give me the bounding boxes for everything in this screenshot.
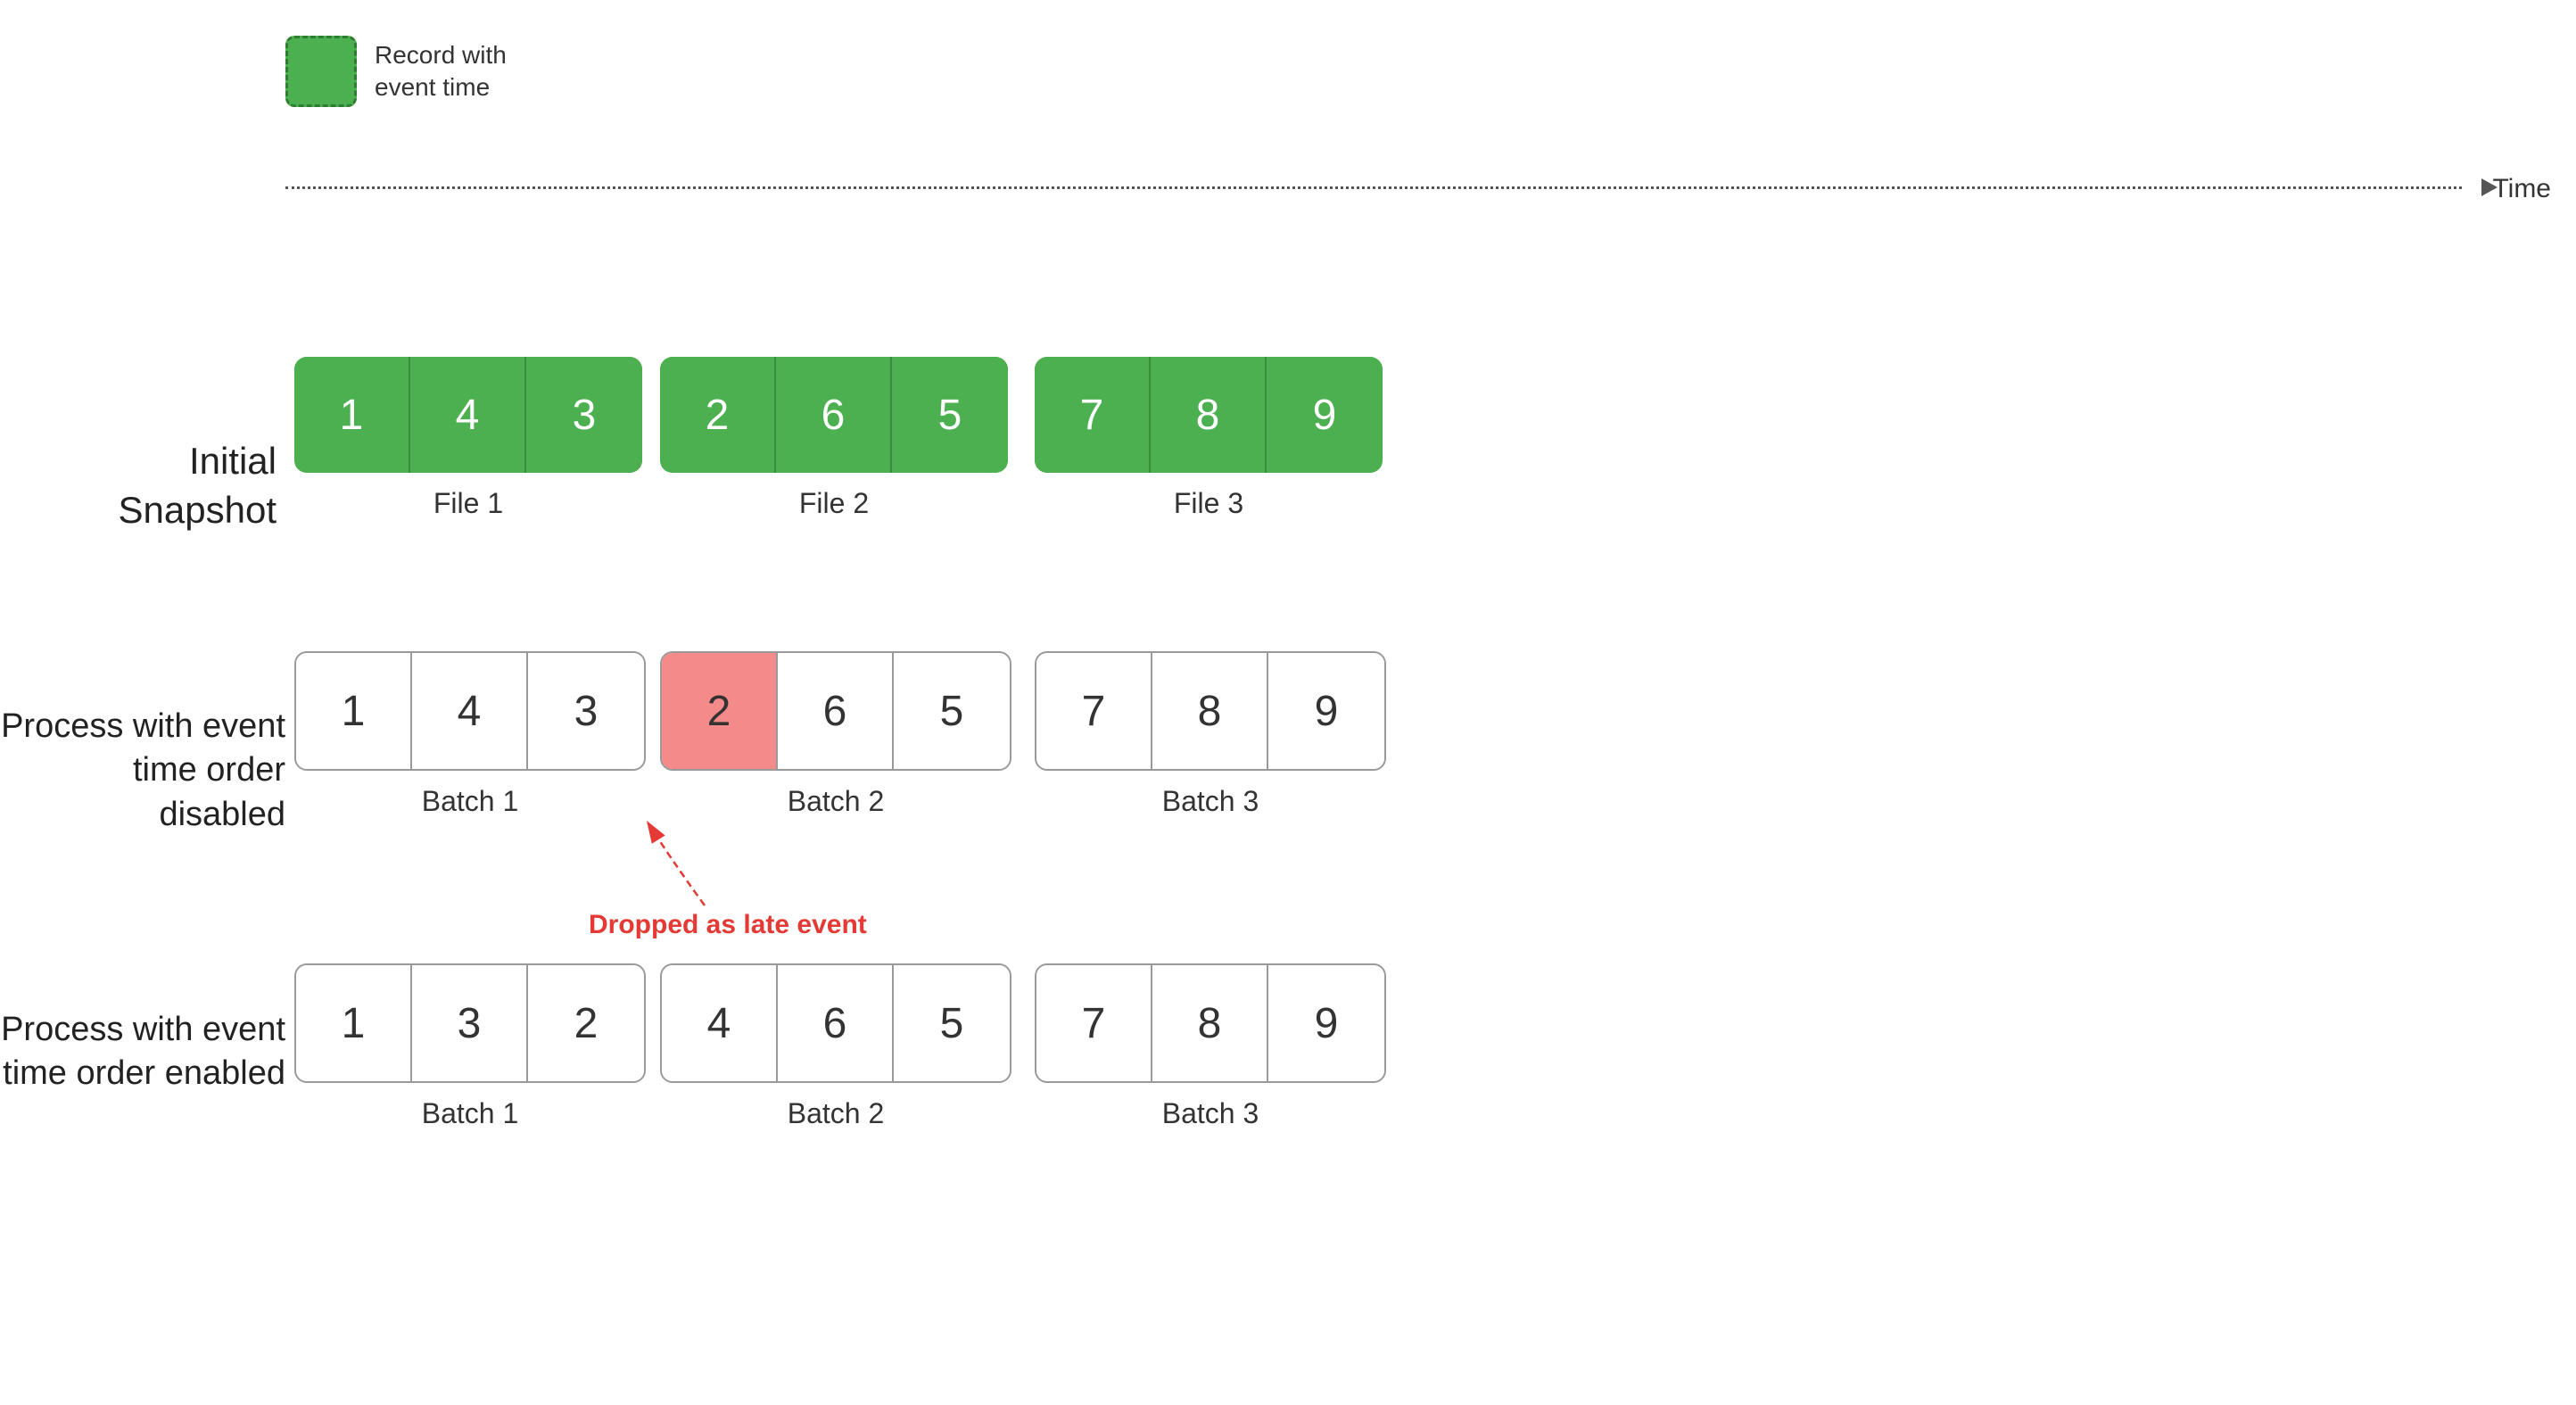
legend: Record with event time [285,36,507,107]
file1-record-1: 1 [294,357,410,473]
enabled-batch2-label: Batch 2 [788,1097,885,1130]
enabled-batch1-group: 1 3 2 Batch 1 [294,963,646,1130]
disabled-batch2-label: Batch 2 [788,785,885,818]
enabled-batch2-record-1: 4 [662,965,778,1081]
disabled-batch3-record-1: 7 [1036,653,1152,769]
file3-record-3: 9 [1267,357,1383,473]
enabled-batch3-group: 7 8 9 Batch 3 [1035,963,1386,1130]
enabled-batch3-record-1: 7 [1036,965,1152,1081]
timeline: Time [285,178,2498,196]
file1-record-3: 3 [526,357,642,473]
disabled-batch3-label: Batch 3 [1162,785,1259,818]
file3-record-1: 7 [1035,357,1151,473]
disabled-batch2-record-3: 5 [894,653,1010,769]
initial-snapshot-label: Initial Snapshot [27,437,277,534]
file2-group: 2 6 5 File 2 [660,357,1008,520]
file1-group: 1 4 3 File 1 [294,357,642,520]
enabled-batch1-label: Batch 1 [422,1097,519,1130]
file1-record-2: 4 [410,357,526,473]
disabled-batch2-record-2: 6 [778,653,894,769]
disabled-label: Process with eventtime order disabled [0,705,285,837]
legend-label: Record with event time [375,39,507,104]
diagram: Record with event time Time Initial Snap… [0,0,2576,1405]
timeline-line [285,186,2462,189]
legend-icon [285,36,357,107]
enabled-batch3-record-3: 9 [1268,965,1384,1081]
enabled-batch3-record-2: 8 [1152,965,1268,1081]
file2-record-2: 6 [776,357,892,473]
file1-label: File 1 [433,487,503,520]
enabled-label: Process with eventtime order enabled [0,1008,285,1096]
enabled-batch1-records: 1 3 2 [294,963,646,1083]
disabled-batch1-record-2: 4 [412,653,528,769]
enabled-batch1-record-3: 2 [528,965,644,1081]
file3-group: 7 8 9 File 3 [1035,357,1383,520]
file2-label: File 2 [799,487,869,520]
file3-label: File 3 [1174,487,1243,520]
enabled-batch2-records: 4 6 5 [660,963,1011,1083]
enabled-batch2-record-2: 6 [778,965,894,1081]
disabled-batch1-label: Batch 1 [422,785,519,818]
file3-record-2: 8 [1151,357,1267,473]
enabled-batch1-record-1: 1 [296,965,412,1081]
dropped-arrow-svg [589,749,767,928]
disabled-batch3-records: 7 8 9 [1035,651,1386,771]
file2-record-1: 2 [660,357,776,473]
enabled-batch3-label: Batch 3 [1162,1097,1259,1130]
file3-records: 7 8 9 [1035,357,1383,473]
enabled-batch2-record-3: 5 [894,965,1010,1081]
file2-records: 2 6 5 [660,357,1008,473]
enabled-batch1-record-2: 3 [412,965,528,1081]
enabled-batch3-records: 7 8 9 [1035,963,1386,1083]
file2-record-3: 5 [892,357,1008,473]
file1-records: 1 4 3 [294,357,642,473]
disabled-batch3-group: 7 8 9 Batch 3 [1035,651,1386,818]
enabled-batch2-group: 4 6 5 Batch 2 [660,963,1011,1130]
disabled-batch1-record-1: 1 [296,653,412,769]
disabled-batch3-record-2: 8 [1152,653,1268,769]
disabled-batch3-record-3: 9 [1268,653,1384,769]
timeline-label: Time [2492,174,2551,204]
